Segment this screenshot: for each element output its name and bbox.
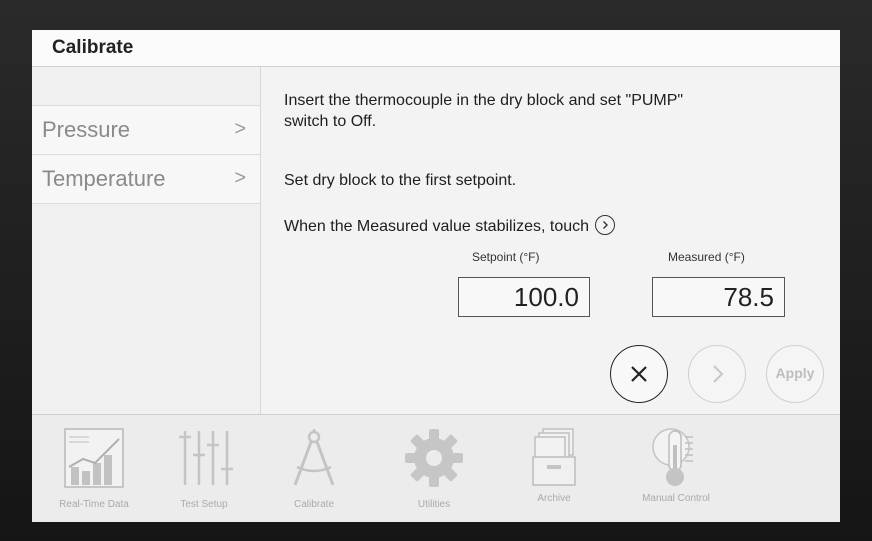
chevron-circle-icon — [595, 214, 616, 235]
bottom-nav-bar: Real-Time Data Test Setup Calibrate Util… — [32, 414, 840, 522]
instruction-text: Set dry block to the first setpoint. — [284, 172, 517, 189]
instruction-text: When the Measured value stabilizes, touc… — [284, 214, 616, 237]
setpoint-label: Setpoint (°F) — [472, 250, 540, 264]
compass-icon — [293, 429, 335, 486]
sidebar: Pressure > Temperature > — [32, 67, 261, 414]
chart-icon — [64, 428, 124, 488]
apply-label: Apply — [775, 365, 815, 381]
sidebar-item-pressure[interactable]: Pressure > — [32, 106, 260, 155]
nav-calibrate[interactable]: Calibrate — [264, 415, 364, 522]
chevron-right-icon: > — [234, 167, 246, 189]
chevron-right-icon: > — [234, 118, 246, 140]
nav-label: Calibrate — [293, 499, 335, 510]
chevron-right-icon — [713, 365, 724, 383]
measured-label: Measured (°F) — [668, 250, 745, 264]
measured-field: 78.5 — [652, 277, 785, 317]
sidebar-item-label: Temperature — [42, 166, 166, 191]
nav-label: Utilities — [417, 499, 451, 510]
nav-real-time-data[interactable]: Real-Time Data — [44, 415, 144, 522]
sidebar-header-gap — [32, 67, 260, 106]
nav-test-setup[interactable]: Test Setup — [154, 415, 254, 522]
setpoint-field[interactable]: 100.0 — [458, 277, 590, 317]
nav-label: Archive — [537, 493, 571, 504]
archive-icon — [532, 428, 576, 486]
nav-utilities[interactable]: Utilities — [384, 415, 484, 522]
page-title: Calibrate — [52, 37, 134, 58]
apply-button[interactable]: Apply — [766, 345, 824, 403]
sidebar-item-label: Pressure — [42, 117, 131, 142]
title-bar: Calibrate — [32, 30, 840, 67]
cancel-button[interactable] — [610, 345, 668, 403]
nav-label: Test Setup — [180, 499, 228, 510]
instruction-text: Insert the thermocouple in the dry block… — [284, 92, 684, 130]
nav-archive[interactable]: Archive — [504, 415, 604, 522]
x-icon — [631, 366, 647, 382]
nav-label: Manual Control — [642, 493, 710, 504]
next-button[interactable] — [688, 345, 746, 403]
touch-screen: Calibrate Pressure > Temperature > Inser… — [32, 30, 840, 522]
nav-label: Real-Time Data — [59, 499, 129, 510]
nav-manual-control[interactable]: Manual Control — [626, 415, 726, 522]
instruction-text-label: When the Measured value stabilizes, touc… — [284, 218, 590, 235]
sliders-icon — [179, 431, 233, 485]
gear-icon — [405, 429, 463, 487]
sidebar-item-temperature[interactable]: Temperature > — [32, 155, 260, 204]
thermometer-icon — [652, 428, 693, 486]
